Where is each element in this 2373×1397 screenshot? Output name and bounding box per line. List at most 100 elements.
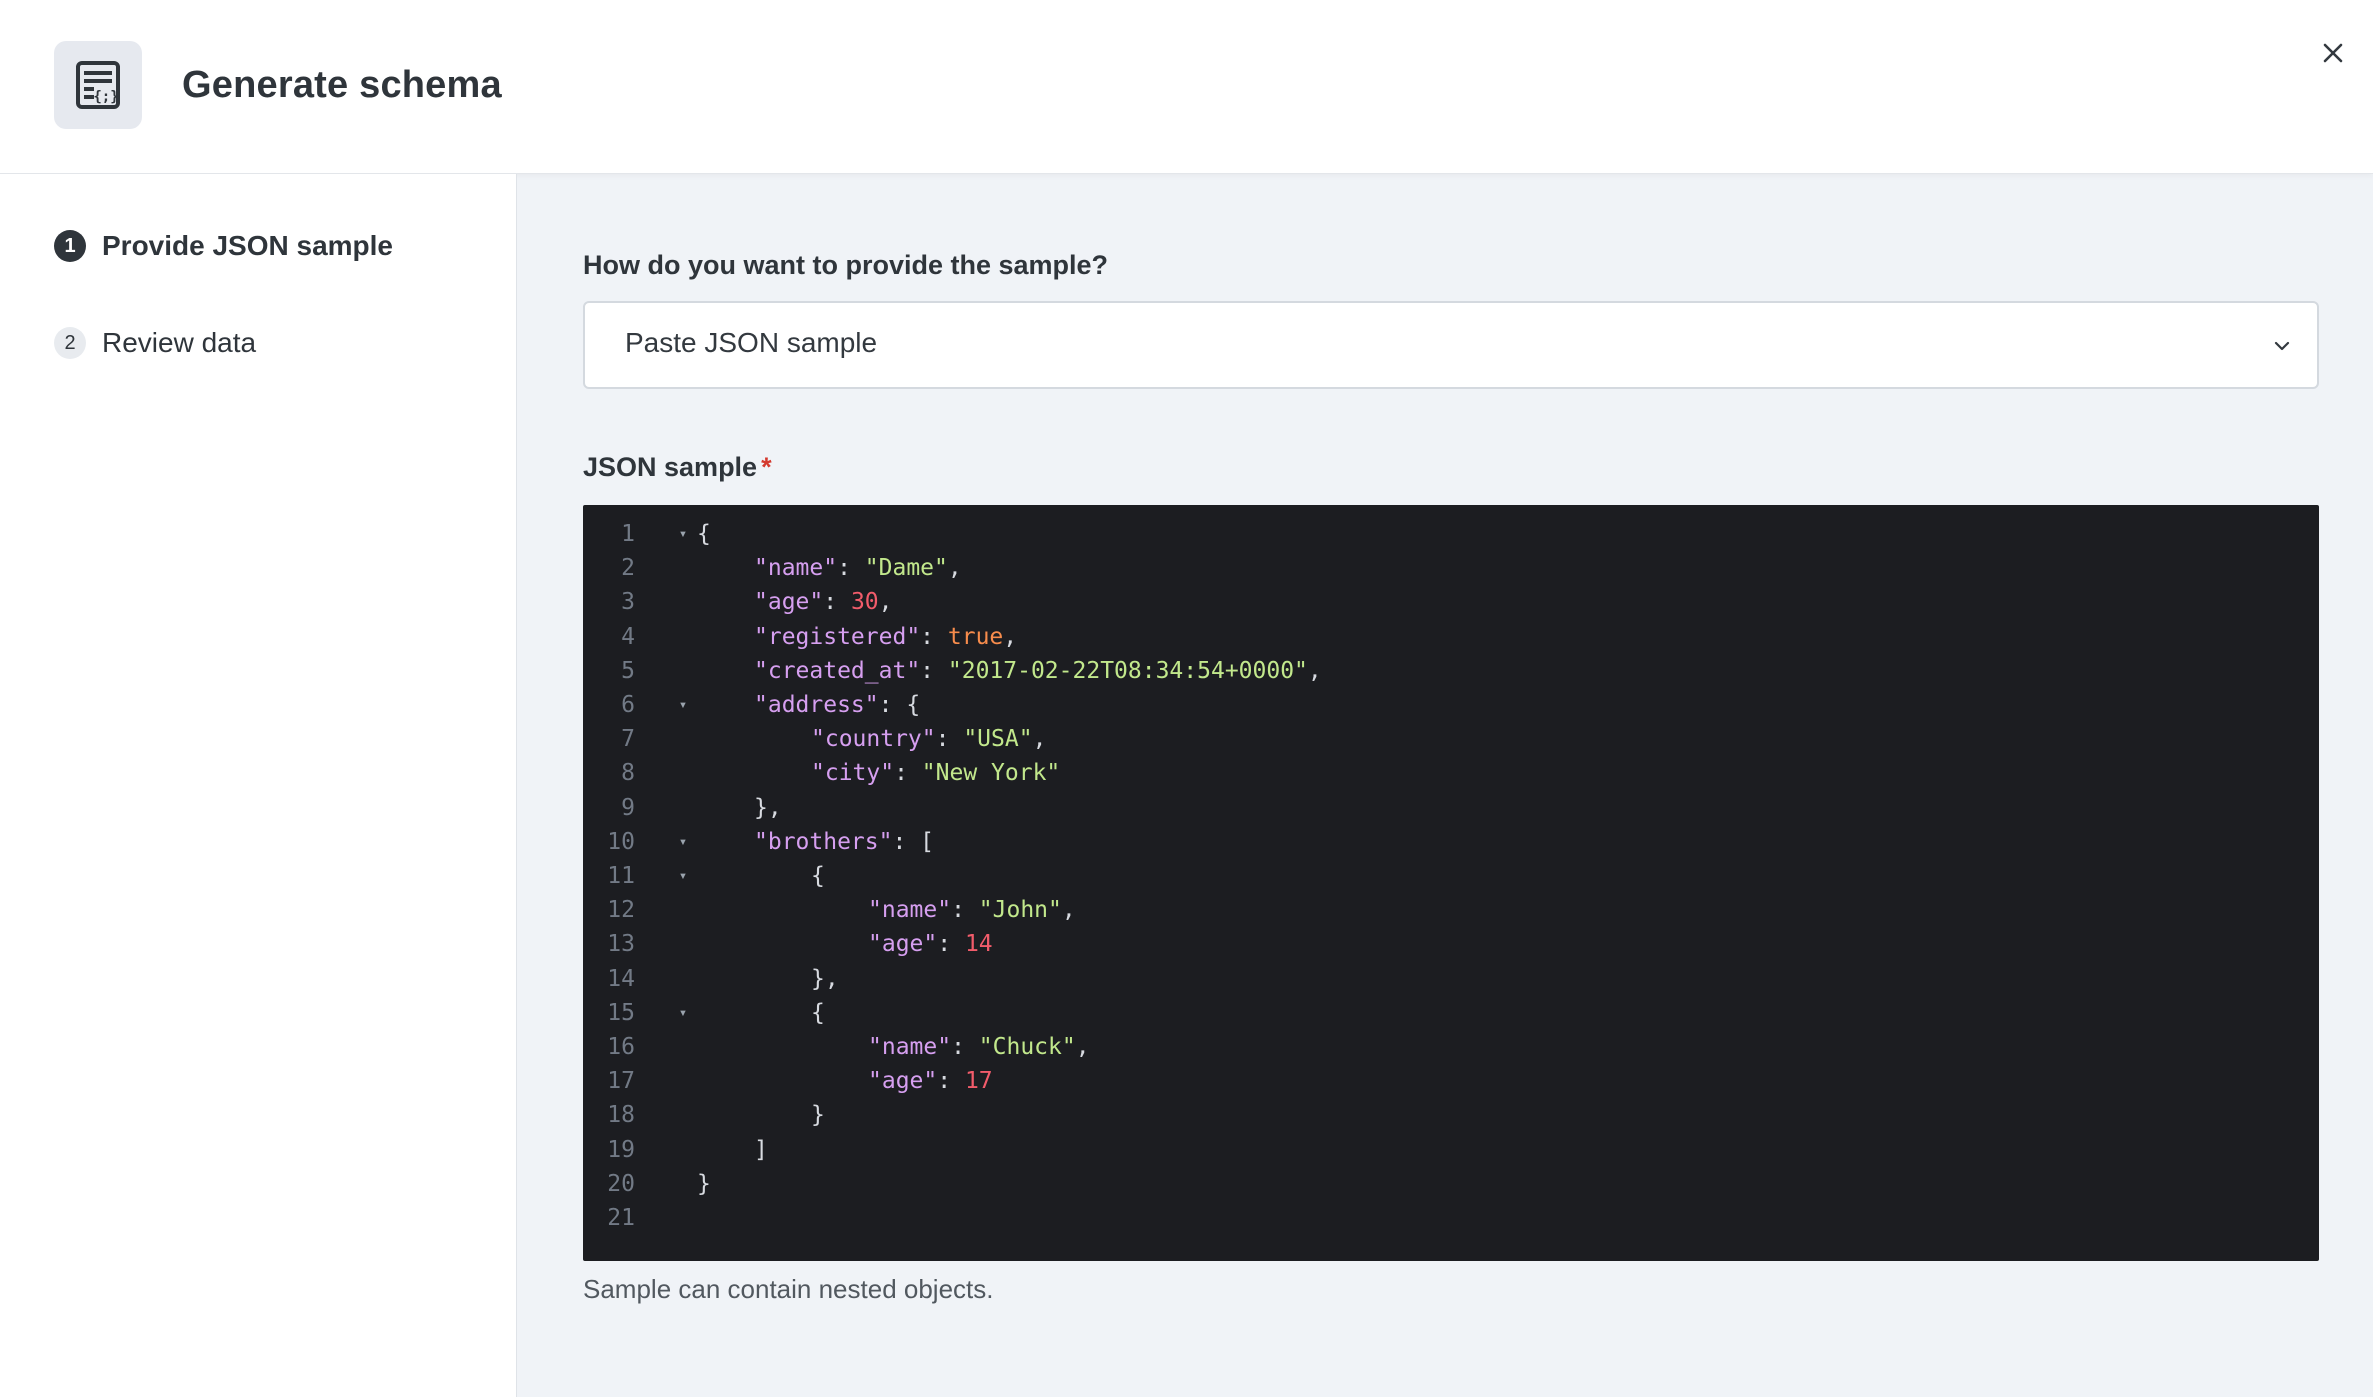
code-token: "Dame" <box>864 555 948 582</box>
code-line: 10 ▾ "brothers": [ <box>583 825 2319 859</box>
code-token: "registered" <box>754 623 921 650</box>
chevron-down-icon <box>2274 341 2290 351</box>
help-text: Sample can contain nested objects. <box>583 1274 994 1304</box>
code-token: : <box>894 760 922 787</box>
code-line: 18} <box>583 1098 2319 1132</box>
step-label: Review data <box>102 327 257 358</box>
code-line: 15 ▾ { <box>583 996 2319 1030</box>
code-text: "name": "Dame", <box>754 551 962 585</box>
code-token: : [ <box>892 828 935 855</box>
line-number: 6 <box>621 692 635 718</box>
code-token: , <box>1061 897 1076 924</box>
code-token: "age" <box>754 589 824 616</box>
code-token: { <box>811 863 825 889</box>
line-number: 12 <box>607 897 635 924</box>
json-sample-label-text: JSON sample <box>583 452 758 482</box>
code-text: "country": "USA", <box>811 722 1046 756</box>
code-text: "age": 14 <box>868 927 993 961</box>
json-sample-label: JSON sample * <box>583 452 772 483</box>
code-token: , <box>1307 657 1322 684</box>
code-token: , <box>947 555 962 582</box>
line-number: 1 <box>621 521 635 547</box>
line-number: 11 <box>607 863 635 889</box>
code-text: ] <box>754 1133 768 1167</box>
fold-arrow-icon[interactable]: ▾ <box>675 517 691 551</box>
code-token: , <box>1075 1034 1090 1060</box>
line-number: 9 <box>621 794 635 821</box>
code-token: , <box>878 589 893 616</box>
close-button[interactable] <box>2316 36 2350 70</box>
code-line: 17 "age": 17 <box>583 1064 2319 1098</box>
code-line: 6 ▾ "address": { <box>583 688 2319 722</box>
code-line: 8 "city": "New York" <box>583 756 2319 790</box>
code-token: "2017-02-22T08:34:54+0000" <box>947 657 1308 684</box>
code-text: } <box>697 1167 711 1201</box>
code-text: { <box>811 996 825 1030</box>
code-token: "name" <box>868 1034 952 1060</box>
code-token: "name" <box>868 897 952 924</box>
fold-arrow-icon[interactable]: ▾ <box>675 996 691 1030</box>
line-number: 3 <box>621 589 635 616</box>
code-token: "country" <box>811 726 936 753</box>
code-text: "name": "John", <box>868 893 1076 927</box>
code-text: "city": "New York" <box>811 756 1060 790</box>
modal-title: Generate schema <box>182 64 502 106</box>
line-number: 18 <box>607 1102 635 1129</box>
code-line: 20} <box>583 1167 2319 1201</box>
sample-method-label: How do you want to provide the sample? <box>583 250 1109 280</box>
code-line: 4 "registered": true, <box>583 620 2319 654</box>
code-token: : { <box>878 692 921 718</box>
line-number: 5 <box>621 657 635 684</box>
code-text: { <box>697 517 711 551</box>
code-token: "brothers" <box>754 828 893 855</box>
line-number: 21 <box>607 1205 635 1231</box>
code-text: "brothers": [ <box>754 825 934 859</box>
code-token: , <box>1032 726 1047 753</box>
svg-text:{;}: {;} <box>93 89 118 105</box>
json-code-editor[interactable]: 1 ▾{2 "name": "Dame", 3 "age": 30, 4 "register… <box>583 505 2319 1261</box>
code-line: 11 ▾ { <box>583 859 2319 893</box>
code-token: }, <box>811 965 839 992</box>
code-token: , <box>1003 623 1018 650</box>
close-icon[interactable] <box>2316 36 2350 70</box>
code-token: : <box>951 1034 979 1060</box>
modal-header: {;} Generate schema <box>0 0 2373 174</box>
line-number: 20 <box>607 1170 635 1197</box>
sample-method-select[interactable]: Paste JSON sample <box>583 301 2319 389</box>
code-line: 12 "name": "John", <box>583 893 2319 927</box>
code-text: "age": 17 <box>868 1064 993 1098</box>
line-number: 14 <box>607 965 635 992</box>
line-number: 8 <box>621 760 635 787</box>
schema-document-icon: {;} <box>54 41 142 129</box>
fold-arrow-icon[interactable]: ▾ <box>675 825 691 859</box>
code-line: 1 ▾{ <box>583 517 2319 551</box>
code-line: 7 "country": "USA", <box>583 722 2319 756</box>
line-number: 17 <box>607 1068 635 1095</box>
code-token: "New York" <box>921 760 1061 787</box>
code-line: 19] <box>583 1133 2319 1167</box>
code-line: 9}, <box>583 791 2319 825</box>
select-value: Paste JSON sample <box>625 327 878 358</box>
fold-arrow-icon[interactable]: ▾ <box>675 859 691 893</box>
code-text: } <box>811 1098 825 1132</box>
code-token: ] <box>754 1136 768 1163</box>
step-review-data[interactable]: 2 Review data <box>54 323 256 363</box>
code-token: "age" <box>868 931 938 958</box>
main-content: How do you want to provide the sample? P… <box>517 174 2373 1397</box>
code-token: } <box>697 1170 711 1197</box>
code-token: "created_at" <box>754 657 921 684</box>
fold-arrow-icon[interactable]: ▾ <box>675 688 691 722</box>
code-token: "John" <box>978 897 1062 924</box>
code-text: { <box>811 859 825 893</box>
code-token: "city" <box>811 760 895 787</box>
code-text: "address": { <box>754 688 920 722</box>
code-text: "created_at": "2017-02-22T08:34:54+0000"… <box>754 654 1322 688</box>
step-provide-json-sample[interactable]: 1 Provide JSON sample <box>54 226 393 266</box>
line-number: 2 <box>621 555 635 582</box>
code-text: "name": "Chuck", <box>868 1030 1090 1064</box>
code-token: 14 <box>964 931 993 958</box>
line-number: 13 <box>607 931 635 958</box>
code-token: "address" <box>754 692 879 718</box>
code-text: "registered": true, <box>754 620 1017 654</box>
code-token: : <box>951 897 979 924</box>
